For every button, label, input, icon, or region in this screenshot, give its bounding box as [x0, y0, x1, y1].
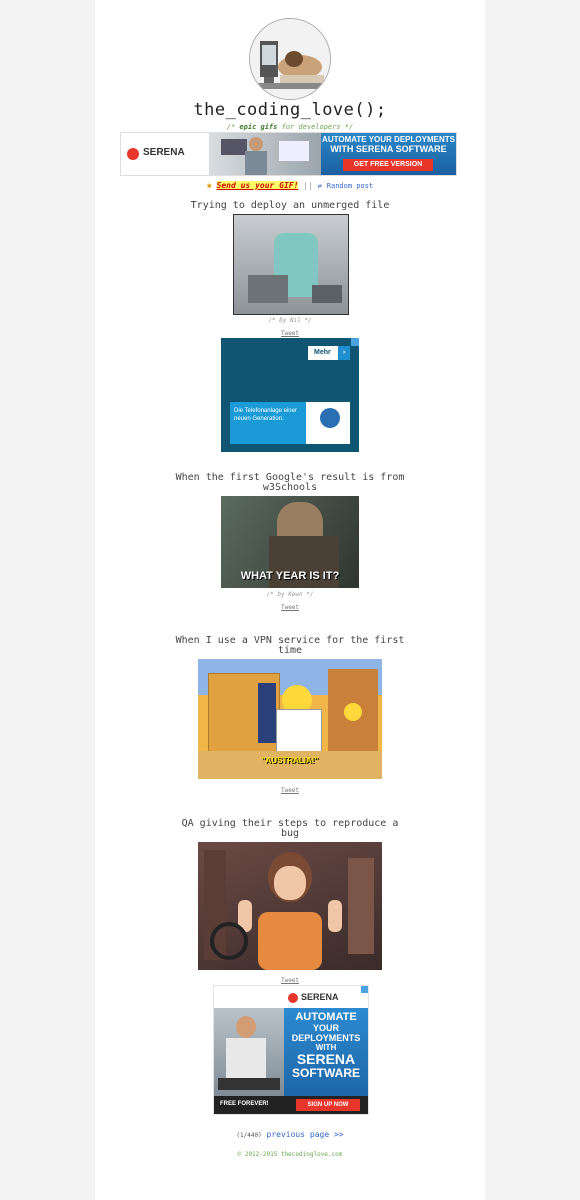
bottom-ad-copy: AUTOMATE YOUR DEPLOYMENTS WITH SERENA SO… [284, 1008, 368, 1096]
star-icon: ✱ [206, 181, 212, 190]
post-title-4[interactable]: QA giving their steps to reproduce a bug [175, 819, 405, 839]
banner-headline-2: WITH SERENA SOFTWARE [330, 144, 447, 154]
previous-page-link[interactable]: previous page >> [267, 1130, 344, 1139]
post-byline-2: /* by Kewn */ [266, 591, 314, 598]
send-gif-link[interactable]: Send us your GIF! [216, 181, 299, 190]
post-title-3[interactable]: When I use a VPN service for the first t… [175, 636, 405, 656]
bottom-ad-line-2: YOUR [312, 1023, 339, 1033]
banner-photo [209, 133, 321, 175]
post-gif-caption-2: WHAT YEAR IS IT? [240, 570, 340, 582]
bottom-ad-logo-icon [288, 993, 298, 1003]
tagline-prefix: /* [226, 123, 240, 131]
pagination: (1/440) previous page >> [95, 1130, 485, 1139]
bottom-ad-line-6: SOFTWARE [292, 1066, 360, 1080]
tweet-button-4[interactable]: Tweet [95, 977, 485, 984]
site-tagline: /* epic gifs for developers */ [95, 123, 485, 131]
bottom-ad-brand: SERENA [301, 992, 339, 1002]
bottom-ad-line-3: DEPLOYMENTS [291, 1033, 361, 1043]
post-gif-4 [198, 842, 382, 970]
bottom-ad-line-1: AUTOMATE [295, 1011, 357, 1023]
serena-logo-area: SERENA [121, 133, 209, 175]
post-title-1[interactable]: Trying to deploy an unmerged file [175, 201, 405, 211]
avatar-illustration [250, 19, 330, 99]
ad-choices-icon[interactable] [351, 338, 359, 346]
bottom-ad[interactable]: SERENA AUTOMATE YOUR DEPLOYMENTS WITH SE… [213, 985, 369, 1115]
page-counter: (1/440) [236, 1132, 262, 1139]
ad-content-box: Die Telefonanlage einer neuen Generation… [230, 402, 350, 444]
chevron-right-icon: › [338, 346, 350, 360]
random-post-link[interactable]: Random post [327, 182, 373, 190]
bottom-ad-left-cta: FREE FOREVER! [220, 1101, 269, 1107]
site-title[interactable]: the_coding_love(); [95, 100, 485, 120]
post-gif-3: "AUSTRALIA!" [198, 659, 382, 779]
bottom-ad-photo [214, 1008, 284, 1096]
ad-text: Die Telefonanlage einer neuen Generation… [234, 408, 297, 422]
footer-copyright: © 2012-2015 thecodinglove.com [237, 1151, 343, 1158]
banner-copy-area: AUTOMATE YOUR DEPLOYMENTS WITH SERENA SO… [321, 133, 456, 175]
bottom-ad-cta-bar: FREE FOREVER! SIGN UP NOW [214, 1096, 368, 1114]
tweet-button-3[interactable]: Tweet [95, 787, 485, 794]
ad-more-button[interactable]: Mehr › [308, 346, 350, 360]
banner-cta-button[interactable]: GET FREE VERSION [343, 159, 433, 171]
tweet-button-1[interactable]: Tweet [95, 330, 485, 337]
bottom-ad-line-5: SERENA [296, 1051, 356, 1067]
tweet-button-2[interactable]: Tweet [95, 604, 485, 611]
serena-logo-icon [127, 148, 139, 160]
post-gif-1 [233, 214, 349, 315]
banner-headline-1: AUTOMATE YOUR DEPLOYMENTS [322, 135, 455, 144]
site-avatar[interactable] [249, 18, 331, 100]
bottom-ad-choices-icon[interactable] [361, 986, 368, 993]
ad-logo-icon [320, 408, 340, 428]
post-gif-caption-3: "AUSTRALIA!" [261, 756, 319, 765]
banner-brand: SERENA [143, 147, 185, 158]
post-gif-2: WHAT YEAR IS IT? [221, 496, 359, 588]
tagline-suffix: for developers */ [277, 123, 354, 131]
header-links: ✱ Send us your GIF! || ⇄ Random post [95, 181, 485, 190]
top-banner-ad[interactable]: SERENA AUTOMATE YOUR DEPLOYMENTS WITH SE… [120, 132, 457, 176]
shuffle-icon: ⇄ [317, 182, 322, 190]
links-separator: || [303, 181, 313, 190]
post-byline-1: /* by Nil */ [268, 317, 312, 324]
ad-text-area: Die Telefonanlage einer neuen Generation… [230, 402, 306, 444]
post-title-2[interactable]: When the first Google's result is from w… [175, 473, 405, 493]
page-column: the_coding_love(); /* epic gifs for deve… [95, 0, 485, 1200]
tagline-highlight: epic gifs [239, 123, 278, 131]
middle-ad[interactable]: Mehr › Die Telefonanlage einer neuen Gen… [221, 338, 359, 452]
bottom-ad-signup-button[interactable]: SIGN UP NOW [296, 1099, 360, 1111]
